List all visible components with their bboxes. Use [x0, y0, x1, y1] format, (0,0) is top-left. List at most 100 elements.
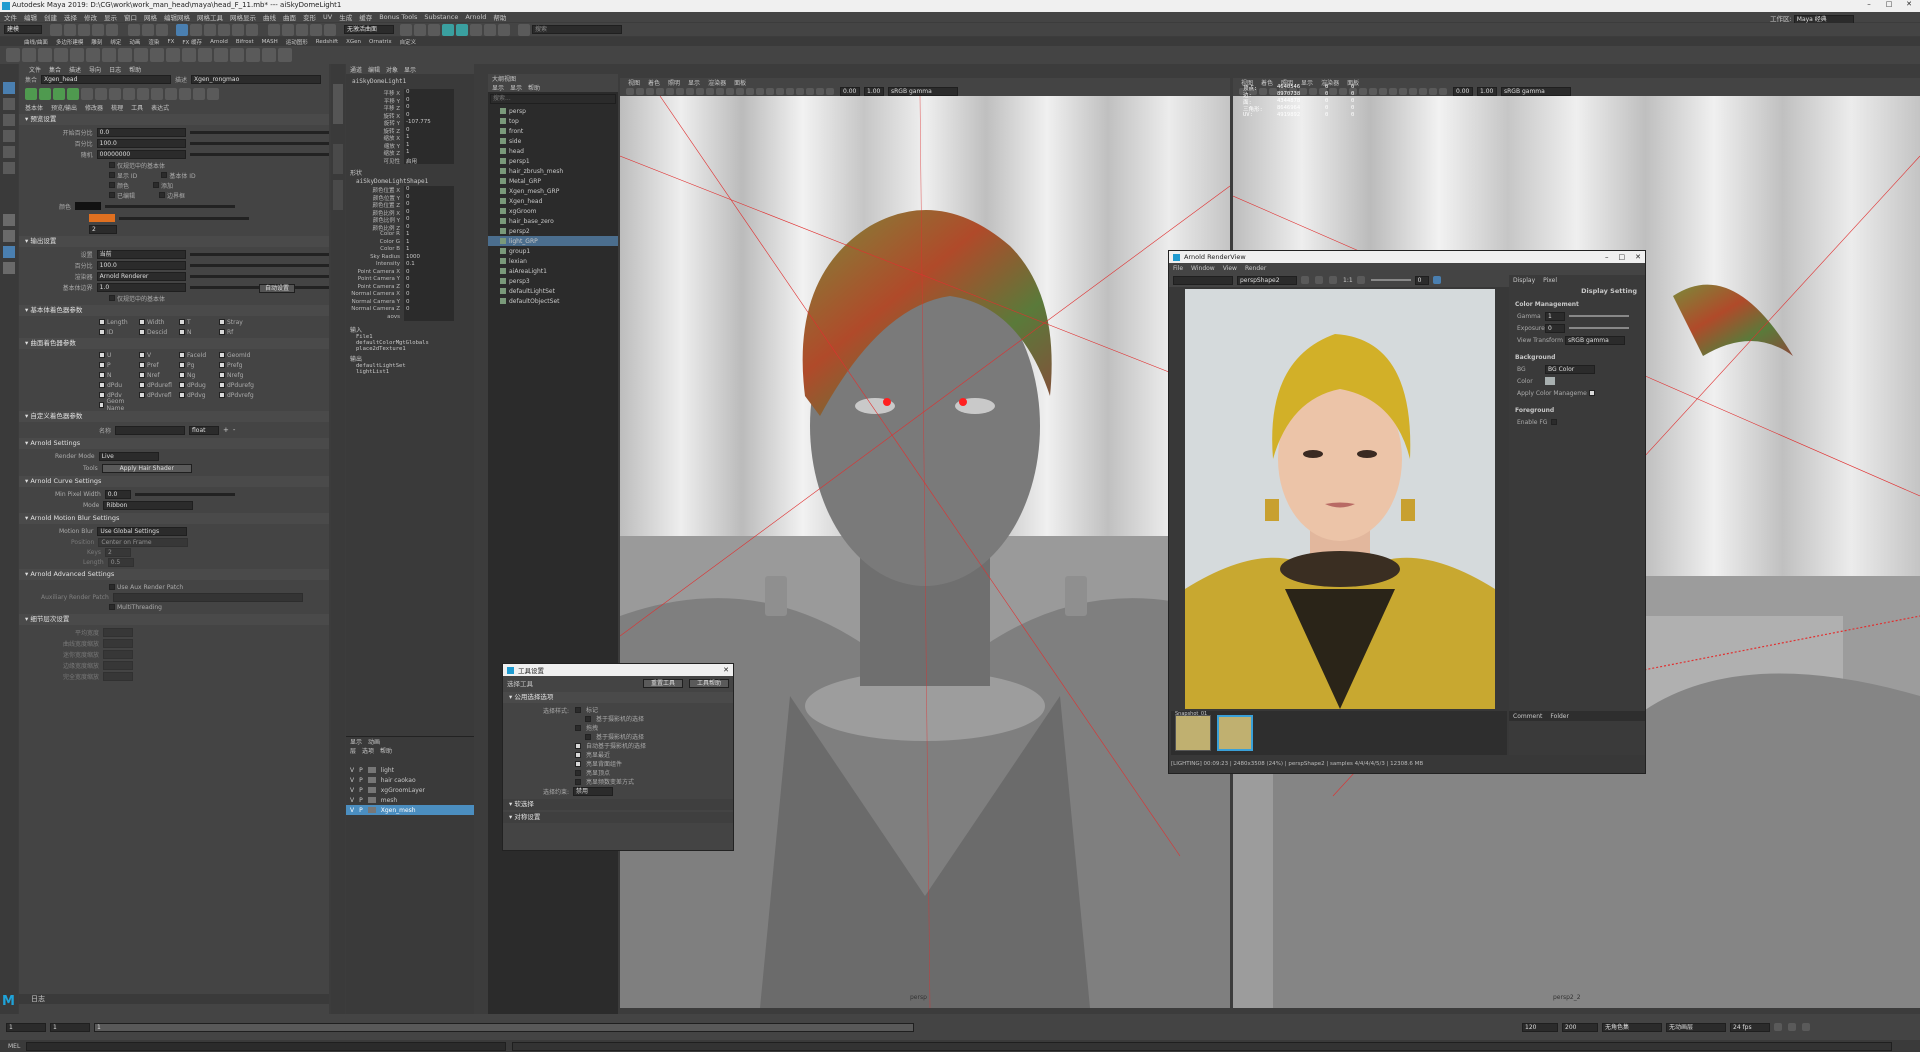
param-checkbox[interactable]: FaceId [179, 351, 219, 359]
layer-row[interactable]: V P Xgen_mesh [346, 805, 474, 815]
outliner-item[interactable]: persp [488, 106, 618, 116]
render-icon[interactable] [400, 23, 412, 36]
viewport-icon[interactable] [726, 88, 734, 95]
orange-swatch[interactable] [89, 214, 115, 222]
aux-checkbox[interactable] [109, 584, 115, 590]
layout-outliner-icon[interactable] [3, 262, 15, 274]
option-checkbox[interactable] [575, 706, 581, 713]
shelf-tab[interactable]: FX [167, 39, 174, 45]
viewport-icon[interactable] [796, 88, 804, 95]
viewport-icon[interactable] [736, 88, 744, 95]
checkbox[interactable] [179, 382, 185, 388]
param-checkbox[interactable]: dPdvrefl [139, 391, 179, 399]
xgen-tool-icon[interactable] [25, 88, 37, 100]
channel-row[interactable]: 颜色位置 Y 0 [346, 193, 474, 202]
layer-color-swatch[interactable] [367, 797, 376, 803]
range-end-field[interactable]: 200 [1562, 1022, 1598, 1032]
live-surface-field[interactable]: 无激活曲面 [344, 25, 394, 34]
viewport-icon[interactable] [1419, 88, 1427, 95]
shelf-tab[interactable]: 绑定 [110, 38, 121, 46]
section-custom-params[interactable]: 自定义着色器参数 [19, 411, 329, 422]
layer-row[interactable]: V PxgGroomLayer [346, 785, 474, 795]
mask-icon[interactable] [176, 23, 188, 36]
channel-value[interactable]: 0 [404, 208, 454, 216]
fps-dropdown[interactable]: 24 fps [1730, 1022, 1770, 1032]
toggle-panel-icon[interactable] [470, 23, 482, 36]
snap-point-icon[interactable] [296, 23, 308, 36]
param-checkbox[interactable]: ID [99, 328, 139, 336]
param-checkbox[interactable]: Nref [139, 371, 179, 379]
param-checkbox[interactable]: dPdurefg [219, 381, 259, 389]
outliner-item[interactable]: group1 [488, 246, 618, 256]
menu-item[interactable]: Bonus Tools [379, 13, 417, 21]
menu-item[interactable]: 编辑网格 [164, 12, 190, 22]
viewport-icon[interactable] [806, 88, 814, 95]
channel-row[interactable]: 颜色比例 X 0 [346, 208, 474, 217]
channel-row[interactable]: Color B 1 [346, 246, 474, 254]
shelf-tab[interactable]: 运动图形 [286, 38, 308, 46]
current-frame-field[interactable]: 1 [50, 1022, 90, 1032]
section-soft-select[interactable]: 软选择 [503, 799, 733, 810]
renderview-menu-item[interactable]: Render [1245, 265, 1266, 272]
channel-row[interactable]: aovs [346, 313, 474, 321]
command-input[interactable] [26, 1041, 507, 1051]
viewport-icon[interactable] [636, 88, 644, 95]
checkbox[interactable] [99, 382, 105, 388]
menu-item[interactable]: 文件 [4, 12, 17, 22]
outliner-item[interactable]: hair_base_zero [488, 216, 618, 226]
checkbox[interactable] [179, 362, 185, 368]
layer-playback-toggle[interactable]: P [359, 797, 363, 804]
tool-option[interactable]: 标记 [575, 705, 733, 714]
rotate-tool-icon[interactable] [3, 146, 15, 158]
menu-item[interactable]: 编辑 [24, 12, 37, 22]
shelf-tab[interactable]: MASH [262, 39, 278, 45]
section-output[interactable]: 输出设置 [19, 236, 329, 247]
snap-view-icon[interactable] [310, 23, 322, 36]
refresh-icon[interactable] [1329, 276, 1337, 284]
snapshot-thumb[interactable] [1175, 715, 1211, 751]
layout-single-icon[interactable] [3, 214, 15, 226]
snap-grid-icon[interactable] [268, 23, 280, 36]
outliner-item[interactable]: light_GRP [488, 236, 618, 246]
outliner-item[interactable]: front [488, 126, 618, 136]
param-checkbox[interactable]: P [99, 361, 139, 369]
shelf-tab[interactable]: 动画 [129, 38, 140, 46]
channel-row[interactable]: Point Camera Z 0 [346, 283, 474, 291]
option-checkbox[interactable] [575, 778, 581, 785]
channel-row[interactable]: Color R 1 [346, 231, 474, 239]
outliner-item[interactable]: persp1 [488, 156, 618, 166]
checkbox[interactable] [179, 329, 185, 335]
viewport-icon[interactable] [756, 88, 764, 95]
mask-icon[interactable] [232, 23, 244, 36]
outliner-item[interactable]: side [488, 136, 618, 146]
select-hierarchy-icon[interactable] [128, 23, 140, 36]
layer-color-swatch[interactable] [367, 787, 376, 793]
shelf-tool-icon[interactable] [166, 48, 180, 62]
enable-fg-checkbox[interactable] [1551, 419, 1558, 425]
channel-row[interactable]: 颜色位置 Z 0 [346, 201, 474, 209]
menu-item[interactable]: UV [323, 13, 332, 21]
shelf-tool-icon[interactable] [182, 48, 196, 62]
tool-help-button[interactable]: 工具帮助 [689, 678, 729, 688]
layer-menu-item[interactable]: 层 [350, 746, 356, 755]
channel-value[interactable]: 0 [404, 268, 454, 276]
anim-layer-dropdown[interactable]: 无动画层 [1666, 1022, 1726, 1032]
layer-tab[interactable]: 动画 [368, 737, 380, 746]
viewport-icon[interactable] [716, 88, 724, 95]
menu-item[interactable]: Substance [424, 13, 458, 21]
section-surface-params[interactable]: 曲面着色器参数 [19, 338, 329, 349]
param-checkbox[interactable]: T [179, 318, 219, 326]
reset-tool-button[interactable]: 重置工具 [643, 678, 683, 688]
display-tab[interactable]: Pixel [1543, 277, 1557, 284]
viewport-icon[interactable] [656, 88, 664, 95]
checkbox-item[interactable]: 颜色 [109, 181, 129, 190]
toggle-panel-icon[interactable] [498, 23, 510, 36]
checkbox[interactable] [99, 362, 105, 368]
shelf-tab[interactable]: XGen [346, 39, 361, 45]
menu-item[interactable]: 缓存 [359, 12, 372, 22]
channel-value[interactable]: 0 [404, 201, 454, 209]
gamma-field[interactable]: 1.00 [864, 87, 884, 96]
open-scene-icon[interactable] [64, 23, 76, 36]
menuset-dropdown[interactable]: 建模 [4, 25, 42, 34]
close-button[interactable]: ✕ [1900, 0, 1918, 12]
